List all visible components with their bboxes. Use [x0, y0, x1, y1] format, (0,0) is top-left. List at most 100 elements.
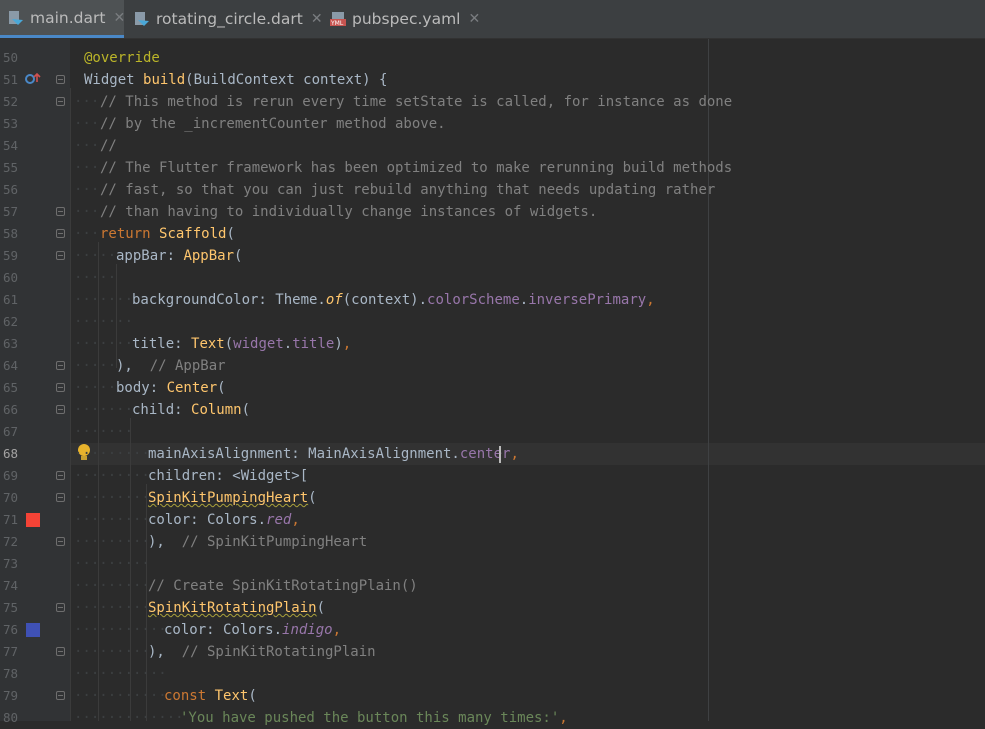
code-line[interactable]: color: Colors.red, — [148, 509, 300, 531]
line-number: 53 — [2, 116, 18, 131]
right-margin-guide — [708, 39, 709, 721]
line-number: 73 — [2, 556, 18, 571]
line-number: 55 — [2, 160, 18, 175]
whitespace-dots: ··········· — [74, 688, 167, 704]
fold-toggle-icon[interactable] — [56, 471, 65, 480]
whitespace-dots: ······· — [74, 424, 134, 440]
code-line[interactable]: 'You have pushed the button this many ti… — [180, 707, 568, 729]
whitespace-dots: ····· — [74, 248, 117, 264]
code-line[interactable]: // — [100, 135, 117, 157]
override-method-icon[interactable] — [24, 72, 42, 86]
close-icon[interactable]: ✕ — [311, 11, 323, 27]
line-number: 65 — [2, 380, 18, 395]
tab-label: main.dart — [30, 8, 106, 27]
line-number: 66 — [2, 402, 18, 417]
line-number: 77 — [2, 644, 18, 659]
dart-file-icon — [135, 12, 149, 26]
whitespace-dots: ······· — [74, 292, 134, 308]
line-number: 60 — [2, 270, 18, 285]
code-line[interactable]: SpinKitRotatingPlain( — [148, 597, 325, 619]
fold-toggle-icon[interactable] — [56, 493, 65, 502]
fold-toggle-icon[interactable] — [56, 207, 65, 216]
line-number: 74 — [2, 578, 18, 593]
code-line[interactable]: // than having to individually change in… — [100, 201, 597, 223]
code-line[interactable]: ), // SpinKitRotatingPlain — [148, 641, 376, 663]
tab-label: rotating_circle.dart — [156, 10, 303, 28]
close-icon[interactable]: ✕ — [468, 11, 480, 27]
color-swatch-indigo[interactable] — [26, 623, 40, 637]
code-line[interactable]: child: Column( — [132, 399, 250, 421]
line-number: 62 — [2, 314, 18, 329]
tab-pubspec-yaml[interactable]: YML pubspec.yaml ✕ — [324, 0, 480, 38]
line-number: 51 — [2, 72, 18, 87]
fold-toggle-icon[interactable] — [56, 75, 65, 84]
code-line[interactable]: // by the _incrementCounter method above… — [100, 113, 446, 135]
dart-file-icon — [9, 10, 23, 25]
whitespace-dots: ········· — [74, 644, 150, 660]
line-number: 67 — [2, 424, 18, 439]
whitespace-dots: ········· — [74, 446, 150, 462]
fold-toggle-icon[interactable] — [56, 97, 65, 106]
whitespace-dots: ··· — [74, 226, 100, 242]
code-line[interactable]: const Text( — [164, 685, 257, 707]
whitespace-dots: ··· — [74, 138, 100, 154]
line-number: 71 — [2, 512, 18, 527]
tab-main-dart[interactable]: main.dart ✕ — [0, 0, 125, 38]
code-line[interactable]: Widget build(BuildContext context) { — [84, 69, 387, 91]
code-line[interactable]: children: <Widget>[ — [148, 465, 308, 487]
editor-tab-bar: main.dart ✕ rotating_circle.dart ✕ YML p… — [0, 0, 985, 39]
svg-text:YML: YML — [330, 20, 344, 27]
fold-toggle-icon[interactable] — [56, 361, 65, 370]
code-line[interactable]: backgroundColor: Theme.of(context).color… — [132, 289, 655, 311]
code-line[interactable]: appBar: AppBar( — [116, 245, 242, 267]
whitespace-dots: ····· — [74, 358, 117, 374]
code-line[interactable]: mainAxisAlignment: MainAxisAlignment.cen… — [148, 443, 519, 465]
line-number: 69 — [2, 468, 18, 483]
whitespace-dots: ··········· — [74, 622, 167, 638]
code-line[interactable]: ), // SpinKitPumpingHeart — [148, 531, 367, 553]
code-line[interactable]: color: Colors.indigo, — [164, 619, 341, 641]
fold-toggle-icon[interactable] — [56, 537, 65, 546]
fold-toggle-icon[interactable] — [56, 405, 65, 414]
fold-toggle-icon[interactable] — [56, 251, 65, 260]
whitespace-dots: ··· — [74, 204, 100, 220]
whitespace-dots: ······· — [74, 314, 134, 330]
code-line[interactable]: // Create SpinKitRotatingPlain() — [148, 575, 418, 597]
fold-toggle-icon[interactable] — [56, 229, 65, 238]
line-number: 52 — [2, 94, 18, 109]
whitespace-dots: ········· — [74, 578, 150, 594]
code-line[interactable]: // The Flutter framework has been optimi… — [100, 157, 732, 179]
code-line[interactable]: SpinKitPumpingHeart( — [148, 487, 317, 509]
line-number: 56 — [2, 182, 18, 197]
line-number: 61 — [2, 292, 18, 307]
whitespace-dots: ····· — [74, 380, 117, 396]
code-line[interactable]: @override — [84, 47, 160, 69]
code-line[interactable]: ), // AppBar — [116, 355, 226, 377]
line-number: 59 — [2, 248, 18, 263]
whitespace-dots: ········· — [74, 600, 150, 616]
whitespace-dots: ········· — [74, 556, 150, 572]
code-line[interactable]: // fast, so that you can just rebuild an… — [100, 179, 715, 201]
code-line[interactable]: return Scaffold( — [100, 223, 235, 245]
line-number: 72 — [2, 534, 18, 549]
whitespace-dots: ········· — [74, 490, 150, 506]
code-line[interactable]: body: Center( — [116, 377, 226, 399]
whitespace-dots: ········· — [74, 534, 150, 550]
code-line[interactable]: title: Text(widget.title), — [132, 333, 351, 355]
whitespace-dots: ······· — [74, 402, 134, 418]
line-number-gutter: 50 51 52 53 54 55 56 57 58 59 60 61 62 63 64 65 66 67 68 69… — [0, 39, 70, 725]
line-number: 68 — [2, 446, 18, 461]
fold-toggle-icon[interactable] — [56, 647, 65, 656]
close-icon[interactable]: ✕ — [113, 10, 125, 26]
fold-toggle-icon[interactable] — [56, 691, 65, 700]
color-swatch-red[interactable] — [26, 513, 40, 527]
whitespace-dots: ······· — [74, 336, 134, 352]
code-line[interactable]: // This method is rerun every time setSt… — [100, 91, 732, 113]
tab-rotating-circle-dart[interactable]: rotating_circle.dart ✕ — [126, 0, 323, 38]
line-number: 79 — [2, 688, 18, 703]
whitespace-dots: ········· — [74, 468, 150, 484]
fold-toggle-icon[interactable] — [56, 383, 65, 392]
line-number: 50 — [2, 50, 18, 65]
fold-toggle-icon[interactable] — [56, 603, 65, 612]
line-number: 58 — [2, 226, 18, 241]
